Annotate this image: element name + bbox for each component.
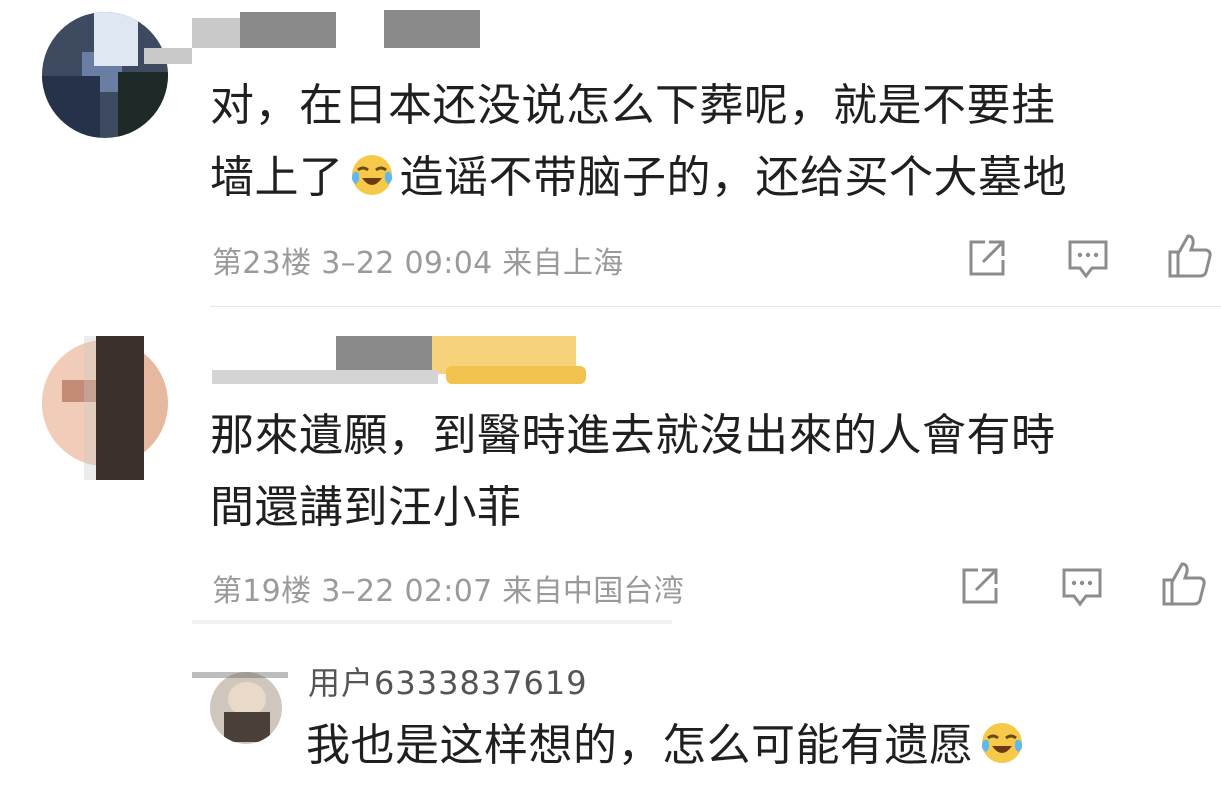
- laughing-crying-emoji-icon: [978, 716, 1026, 764]
- comment-icon[interactable]: [1066, 236, 1110, 280]
- avatar[interactable]: [42, 12, 168, 138]
- comment-text: 我也是这样想的，怎么可能有遗愿: [306, 710, 1186, 782]
- username-mosaic: [144, 48, 192, 64]
- comment-meta: 第23楼 3–22 09:04 来自上海: [212, 246, 624, 281]
- divider: [192, 620, 672, 624]
- username-mosaic: [240, 12, 336, 48]
- divider: [210, 306, 1221, 307]
- username[interactable]: 用户6333837619: [308, 658, 588, 704]
- username-mosaic: [212, 370, 438, 384]
- share-icon[interactable]: [965, 236, 1009, 280]
- comment-meta: 第19楼 3–22 02:07 来自中国台湾: [212, 574, 685, 609]
- thumbs-up-icon[interactable]: [1160, 560, 1206, 606]
- username-mosaic: [384, 10, 480, 48]
- avatar[interactable]: [210, 672, 282, 744]
- comment-text: 对，在日本还没说怎么下葬呢，就是不要挂 墙上了 造谣不带脑子的，还给买个大墓地: [210, 80, 1067, 203]
- username-mosaic: [96, 336, 144, 480]
- laughing-crying-emoji-icon: [348, 148, 396, 196]
- thumbs-up-icon[interactable]: [1166, 232, 1212, 278]
- comment-text: 那來遺願，到醫時進去就沒出來的人會有時 間還講到汪小菲: [210, 410, 1056, 533]
- avatar-frame: [192, 672, 288, 678]
- username-mosaic: [336, 336, 432, 374]
- share-icon[interactable]: [958, 564, 1002, 608]
- badge-mosaic: [446, 366, 586, 384]
- username-mosaic: [192, 18, 240, 48]
- comment-icon[interactable]: [1060, 564, 1104, 608]
